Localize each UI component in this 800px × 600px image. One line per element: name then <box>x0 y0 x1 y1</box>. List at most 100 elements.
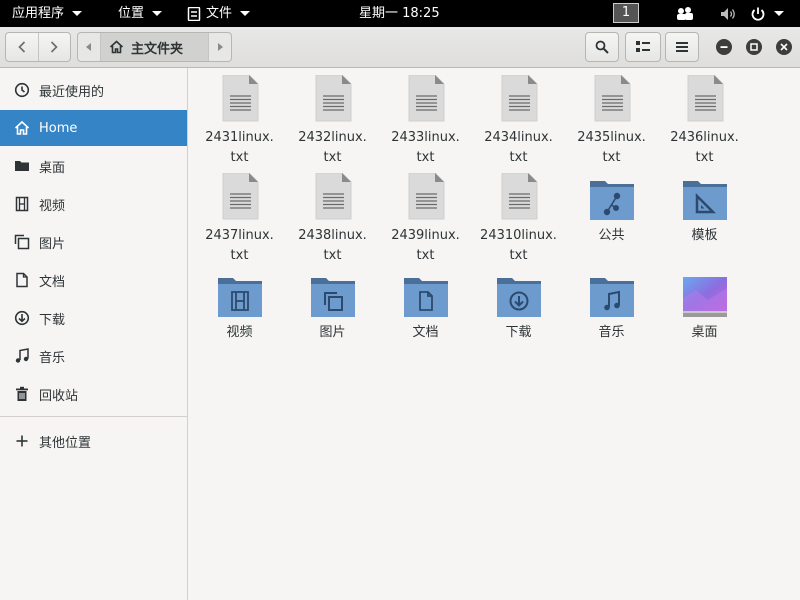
file-name: 2431linux. txt <box>205 130 274 165</box>
sidebar-item-label: Home <box>39 120 78 136</box>
text-file-icon <box>286 173 379 221</box>
file-name: 2437linux. txt <box>205 228 274 263</box>
triangle-left-icon <box>86 43 91 51</box>
caret-down-icon <box>240 11 251 16</box>
files-app-menu-label: 文件 <box>206 6 233 21</box>
folder-downloads-icon <box>472 270 565 318</box>
file-name: 2436linux. txt <box>670 130 739 165</box>
close-button[interactable] <box>776 39 792 55</box>
text-file-icon <box>658 75 751 123</box>
sidebar-item-label: 最近使用的 <box>39 84 105 100</box>
sidebar-item-pictures[interactable]: 图片 <box>0 224 187 260</box>
forward-button[interactable] <box>37 33 71 61</box>
folder-item[interactable]: 模板 <box>658 173 751 246</box>
file-item[interactable]: 2435linux. txt <box>565 75 658 168</box>
navigation-buttons <box>5 32 71 62</box>
maximize-icon <box>750 43 758 51</box>
document-icon <box>16 272 28 288</box>
sidebar-item-desktop[interactable]: 桌面 <box>0 148 187 184</box>
file-item[interactable]: 2432linux. txt <box>286 75 379 168</box>
text-file-icon <box>379 75 472 123</box>
folder-item[interactable]: 公共 <box>565 173 658 246</box>
home-icon <box>14 120 30 135</box>
folder-public-icon <box>565 173 658 221</box>
maximize-button[interactable] <box>746 39 762 55</box>
folder-item[interactable]: 桌面 <box>658 270 751 343</box>
people-icon <box>677 6 693 20</box>
volume-indicator[interactable] <box>720 0 738 27</box>
sidebar-item-label: 下载 <box>39 312 66 328</box>
folder-name: 公共 <box>598 228 625 243</box>
file-item[interactable]: 2436linux. txt <box>658 75 751 168</box>
path-scroll-left-button[interactable] <box>78 33 100 61</box>
file-view[interactable]: 2431linux. txt 2432linux. txt 2433linux.… <box>189 68 800 600</box>
folder-videos-icon <box>193 270 286 318</box>
folder-icon <box>15 161 29 171</box>
download-icon <box>14 310 30 326</box>
places-menu-label: 位置 <box>118 6 145 21</box>
file-item[interactable]: 2431linux. txt <box>193 75 286 168</box>
path-bar: 主文件夹 <box>77 32 232 62</box>
trash-icon <box>16 386 28 401</box>
caret-down-icon <box>72 11 83 16</box>
clock[interactable]: 星期一 18:25 <box>359 0 440 27</box>
text-file-icon <box>379 173 472 221</box>
file-cabinet-icon <box>187 6 201 21</box>
sidebar-item-documents[interactable]: 文档 <box>0 262 187 298</box>
text-file-icon <box>565 75 658 123</box>
sidebar-separator <box>0 416 187 417</box>
sidebar-item-music[interactable]: 音乐 <box>0 338 187 374</box>
sidebar-item-label: 桌面 <box>39 160 66 176</box>
file-item[interactable]: 2439linux. txt <box>379 173 472 266</box>
sidebar-item-other-locations[interactable]: 其他位置 <box>0 423 187 459</box>
folder-item[interactable]: 文档 <box>379 270 472 343</box>
path-scroll-right-button[interactable] <box>209 33 231 61</box>
path-crumb-label: 主文件夹 <box>131 41 184 57</box>
sidebar-item-downloads[interactable]: 下载 <box>0 300 187 336</box>
menu-button[interactable] <box>665 32 699 62</box>
folder-name: 模板 <box>691 228 718 243</box>
file-item[interactable]: 2437linux. txt <box>193 173 286 266</box>
sidebar-item-videos[interactable]: 视频 <box>0 186 187 222</box>
files-app-menu[interactable]: 文件 <box>187 0 251 27</box>
back-button[interactable] <box>6 33 38 61</box>
header-bar: 主文件夹 <box>0 27 800 68</box>
sidebar-item-label: 视频 <box>39 198 66 214</box>
folder-name: 音乐 <box>598 325 625 340</box>
folder-desktop-icon <box>658 270 751 318</box>
places-menu[interactable]: 位置 <box>118 0 163 27</box>
file-item[interactable]: 2438linux. txt <box>286 173 379 266</box>
file-name: 2439linux. txt <box>391 228 460 263</box>
minimize-button[interactable] <box>716 39 732 55</box>
folder-item[interactable]: 视频 <box>193 270 286 343</box>
text-file-icon <box>193 75 286 123</box>
caret-down-icon <box>774 11 784 16</box>
view-toggle-button[interactable] <box>625 32 661 62</box>
folder-item[interactable]: 下载 <box>472 270 565 343</box>
sidebar-item-label: 回收站 <box>39 388 79 404</box>
file-item[interactable]: 2434linux. txt <box>472 75 565 168</box>
power-menu[interactable] <box>750 0 784 27</box>
accessibility-indicator[interactable] <box>676 0 694 27</box>
folder-name: 视频 <box>226 325 253 340</box>
file-item[interactable]: 2433linux. txt <box>379 75 472 168</box>
hamburger-icon <box>676 42 688 52</box>
folder-name: 文档 <box>412 325 439 340</box>
text-file-icon <box>286 75 379 123</box>
sidebar-item-recent[interactable]: 最近使用的 <box>0 72 187 108</box>
file-item[interactable]: 24310linux. txt <box>472 173 565 266</box>
sidebar: 最近使用的 Home 桌面 视频 图片 文档 下载 音乐 回收站 其他位置 <box>0 68 188 600</box>
folder-item[interactable]: 音乐 <box>565 270 658 343</box>
sidebar-item-label: 图片 <box>39 236 66 252</box>
file-name: 2438linux. txt <box>298 228 367 263</box>
search-button[interactable] <box>585 32 619 62</box>
text-file-icon <box>193 173 286 221</box>
sidebar-item-trash[interactable]: 回收站 <box>0 376 187 412</box>
sidebar-item-home[interactable]: Home <box>0 110 187 146</box>
applications-menu[interactable]: 应用程序 <box>12 0 83 27</box>
workspace-indicator[interactable]: 1 <box>613 3 639 23</box>
file-name: 2432linux. txt <box>298 130 367 165</box>
path-crumb-home[interactable]: 主文件夹 <box>100 33 209 61</box>
folder-item[interactable]: 图片 <box>286 270 379 343</box>
folder-pictures-icon <box>286 270 379 318</box>
